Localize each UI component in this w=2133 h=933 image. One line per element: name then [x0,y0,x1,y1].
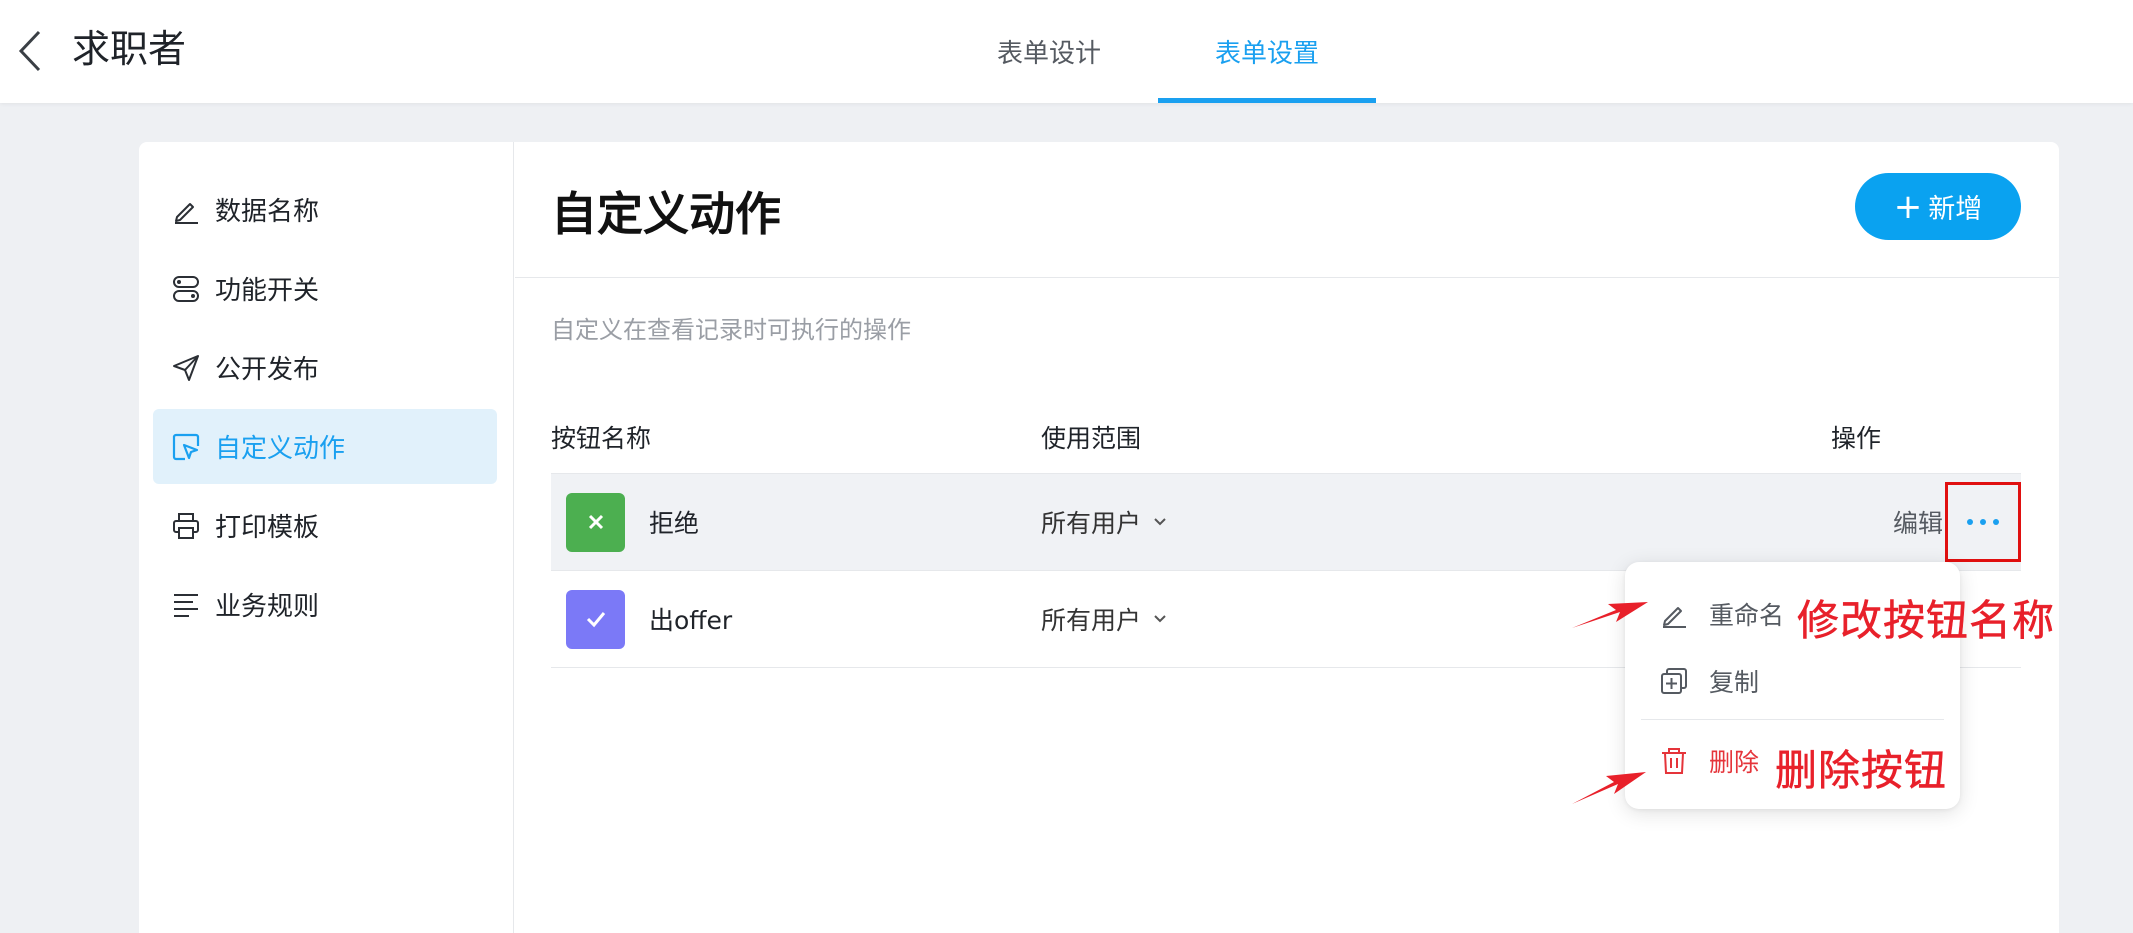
tab-form-design[interactable]: 表单设计 [940,0,1158,103]
action-name: 出offer [649,606,733,635]
sidebar-item-label: 自定义动作 [215,434,346,464]
sidebar-item-print-template[interactable]: 打印模板 [153,488,497,563]
page-description: 自定义在查看记录时可执行的操作 [551,316,911,344]
trash-icon [1657,744,1691,778]
sidebar-item-publish[interactable]: 公开发布 [153,330,497,405]
add-button-label: 新增 [1928,194,1983,225]
page-title: 自定义动作 [551,187,781,241]
menu-divider [1641,719,1944,720]
sidebar-item-label: 打印模板 [215,513,320,543]
menu-item-label: 删除 [1709,748,1760,777]
x-icon [566,492,625,552]
scope-select[interactable]: 所有用户 [1041,504,1831,540]
sidebar-item-feature-switch[interactable]: 功能开关 [153,251,497,326]
chevron-down-icon [1154,615,1166,623]
annotation-arrow-rename [1572,602,1648,628]
custom-actions-content: 自定义动作 + 新增 自定义在查看记录时可执行的操作 按钮名称 使用范围 操作 … [515,142,2059,933]
plus-icon: + [1893,186,1923,227]
sidebar-item-data-name[interactable]: 数据名称 [153,172,497,247]
action-name-cell: 出offer [551,589,1041,649]
edit-link[interactable]: 编辑 [1893,504,1943,540]
pen-icon [1657,597,1691,631]
content-header: 自定义动作 + 新增 [515,142,2059,278]
settings-sidebar: 数据名称 功能开关 公开发布 自定义动作 打印模板 业务规则 [139,142,514,933]
printer-icon [169,509,203,543]
menu-item-label: 重命名 [1709,601,1785,630]
annotation-rename: 修改按钮名称 [1797,596,2056,646]
tab-form-settings[interactable]: 表单设置 [1158,0,1376,103]
sidebar-item-label: 数据名称 [215,197,320,227]
pen-icon [169,193,203,227]
chevron-left-icon [18,30,41,72]
menu-item-label: 复制 [1709,668,1760,697]
scope-cell: 所有用户 [1041,504,1831,540]
add-action-button[interactable]: + 新增 [1855,173,2021,240]
column-header-scope: 使用范围 [1041,423,1142,453]
table-row[interactable]: 拒绝 所有用户 编辑 [551,474,2021,571]
app-title: 求职者 [72,27,187,71]
sidebar-item-label: 业务规则 [215,592,320,622]
toggle-icon [169,272,203,306]
column-header-name: 按钮名称 [551,423,652,453]
sidebar-item-custom-actions[interactable]: 自定义动作 [153,409,497,484]
table-header: 按钮名称 使用范围 操作 [551,400,2021,474]
annotation-arrow-delete [1572,772,1646,804]
actions-cell: 编辑 [1831,482,2021,562]
action-name-cell: 拒绝 [551,492,1041,552]
cursor-click-icon [169,430,203,464]
tab-bar: 表单设计 表单设置 [940,0,1376,103]
scope-value: 所有用户 [1041,606,1142,635]
back-button[interactable] [10,22,50,80]
settings-panel: 数据名称 功能开关 公开发布 自定义动作 打印模板 业务规则 自定义动作 + 新… [139,142,2059,933]
annotation-delete: 删除按钮 [1775,746,1948,796]
sidebar-item-label: 公开发布 [215,355,320,385]
copy-icon [1657,664,1691,698]
more-icon [1967,519,1999,525]
sidebar-item-business-rules[interactable]: 业务规则 [153,567,497,642]
check-icon [566,589,625,649]
chevron-down-icon [1154,518,1166,526]
more-options-button[interactable] [1945,482,2021,562]
scope-value: 所有用户 [1041,509,1142,538]
send-icon [169,351,203,385]
column-header-actions: 操作 [1831,423,1882,453]
menu-item-copy[interactable]: 复制 [1625,651,1960,711]
top-bar: 求职者 表单设计 表单设置 [0,0,2133,103]
action-name: 拒绝 [649,509,700,538]
sidebar-item-label: 功能开关 [215,276,320,306]
lines-icon [169,588,203,622]
